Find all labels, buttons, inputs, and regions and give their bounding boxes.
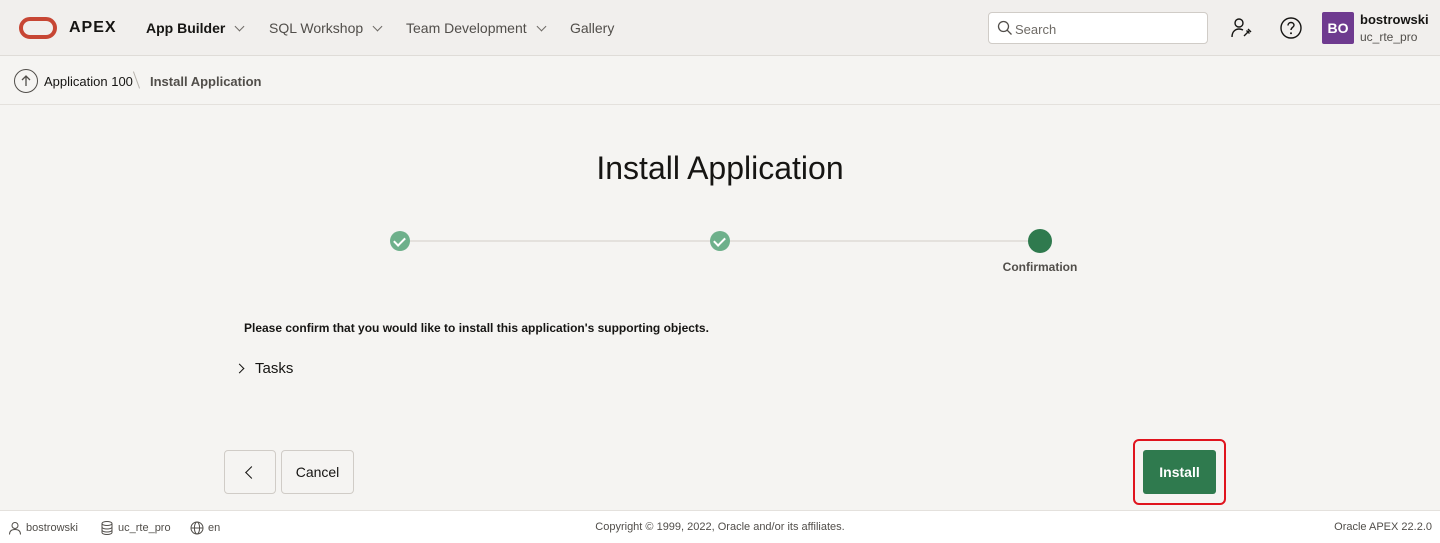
- apex-brand[interactable]: APEX: [69, 19, 117, 37]
- cancel-button[interactable]: Cancel: [281, 450, 354, 494]
- nav-app-builder[interactable]: App Builder: [146, 20, 245, 36]
- footer: bostrowski uc_rte_pro en Copyright © 199…: [0, 510, 1440, 543]
- avatar[interactable]: BO: [1322, 12, 1354, 44]
- footer-copyright: Copyright © 1999, 2022, Oracle and/or it…: [595, 521, 845, 533]
- previous-button[interactable]: [224, 450, 276, 494]
- breadcrumb-current: Install Application: [150, 74, 262, 89]
- nav-app-builder-label: App Builder: [146, 20, 226, 36]
- user-workspace: uc_rte_pro: [1360, 30, 1418, 44]
- top-header: APEX App Builder SQL Workshop Team Devel…: [0, 0, 1440, 56]
- footer-version: Oracle APEX 22.2.0: [1334, 521, 1432, 533]
- breadcrumb: Application 100 Install Application: [0, 56, 1440, 105]
- install-button[interactable]: Install: [1143, 450, 1216, 494]
- chevron-down-icon: [536, 21, 547, 31]
- help-icon[interactable]: [1279, 16, 1303, 40]
- chevron-right-icon: [234, 363, 245, 374]
- search-icon: [997, 20, 1012, 35]
- confirmation-message: Please confirm that you would like to in…: [244, 321, 709, 335]
- user-name[interactable]: bostrowski: [1360, 12, 1429, 27]
- wizard-step-2-complete-icon: [710, 231, 730, 251]
- nav-team-development-label: Team Development: [406, 20, 527, 36]
- nav-gallery[interactable]: Gallery: [570, 20, 614, 36]
- page-title: Install Application: [596, 150, 844, 186]
- chevron-down-icon: [234, 21, 245, 31]
- search-input[interactable]: [1015, 19, 1200, 39]
- administration-icon[interactable]: [1230, 16, 1254, 40]
- chevron-down-icon: [372, 21, 383, 31]
- nav-sql-workshop[interactable]: SQL Workshop: [269, 20, 383, 36]
- oracle-logo-icon[interactable]: [19, 17, 57, 39]
- tasks-label: Tasks: [255, 360, 294, 377]
- nav-sql-workshop-label: SQL Workshop: [269, 20, 364, 36]
- search-box[interactable]: [988, 12, 1208, 44]
- wizard-step-label: Confirmation: [1002, 260, 1078, 274]
- nav-team-development[interactable]: Team Development: [406, 20, 547, 36]
- breadcrumb-separator: [132, 71, 141, 89]
- wizard-step-3-current: [1028, 229, 1052, 253]
- nav-gallery-label: Gallery: [570, 20, 615, 36]
- breadcrumb-application-link[interactable]: Application 100: [44, 74, 133, 89]
- up-arrow-icon[interactable]: [14, 69, 38, 93]
- tasks-expander[interactable]: Tasks: [234, 360, 293, 377]
- wizard-step-1-complete-icon: [390, 231, 410, 251]
